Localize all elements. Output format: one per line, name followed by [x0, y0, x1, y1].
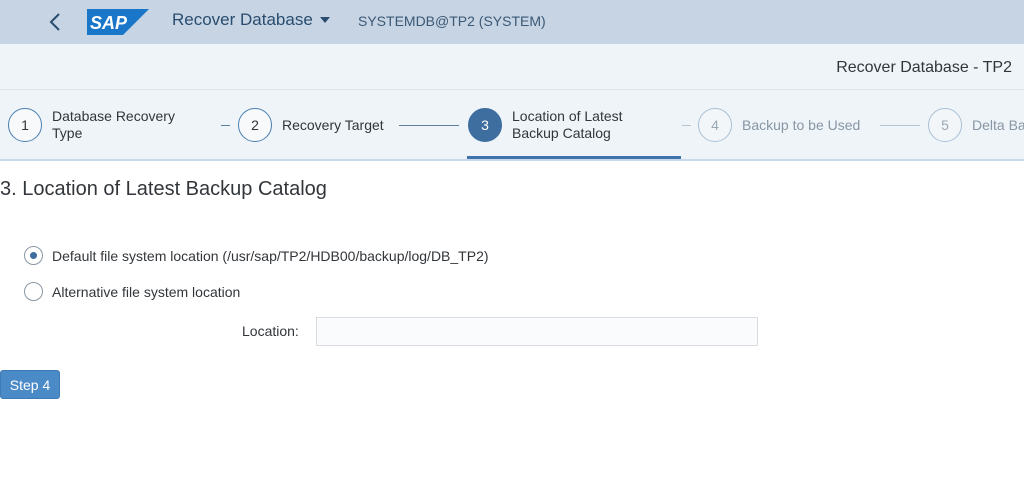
shell-header: SAP Recover Database SYSTEMDB@TP2 (SYSTE… [0, 0, 1024, 44]
system-info: SYSTEMDB@TP2 (SYSTEM) [358, 13, 546, 29]
step-4-button[interactable]: Step 4 [0, 370, 60, 399]
radio-default-label: Default file system location (/usr/sap/T… [52, 247, 489, 264]
wizard-step-2[interactable]: 2 [238, 108, 272, 142]
wizard-step-5-label: Delta Ba [972, 117, 1024, 133]
wizard-step-5[interactable]: 5 [928, 108, 962, 142]
wizard-step-3-label: Location of Latest Backup Catalog [512, 108, 623, 142]
page-header: Recover Database - TP2 [0, 44, 1024, 90]
app-title-menu[interactable]: Recover Database [172, 10, 330, 30]
back-button[interactable] [44, 8, 66, 36]
wizard-step-1[interactable]: 1 [8, 108, 42, 142]
location-input[interactable] [316, 317, 758, 346]
radio-default-location[interactable]: Default file system location (/usr/sap/T… [24, 246, 489, 265]
radio-alternative-label: Alternative file system location [52, 283, 241, 300]
sap-logo[interactable]: SAP [87, 9, 149, 35]
wizard-step-1-label: Database Recovery Type [52, 108, 175, 142]
wizard-step-4[interactable]: 4 [698, 108, 732, 142]
step-connector [399, 125, 459, 126]
section-title: 3. Location of Latest Backup Catalog [0, 178, 327, 200]
svg-text:SAP: SAP [90, 13, 128, 33]
app-title: Recover Database [172, 10, 313, 29]
step-connector [880, 125, 920, 126]
caret-down-icon [319, 17, 330, 23]
wizard-step-3[interactable]: 3 [468, 108, 502, 142]
step-label-line2: Type [52, 125, 83, 141]
radio-dot-icon [30, 252, 37, 259]
wizard-step-4-label: Backup to be Used [742, 117, 861, 133]
step-number: 4 [711, 117, 719, 133]
step-number: 3 [481, 117, 489, 133]
step-number: 1 [21, 117, 29, 133]
radio-button-selected[interactable] [24, 246, 43, 265]
wizard-progress-bar: 1 Database Recovery Type 2 Recovery Targ… [0, 90, 1024, 161]
step-connector [682, 125, 691, 126]
wizard-step-2-label: Recovery Target [282, 117, 384, 133]
step-number: 5 [941, 117, 949, 133]
step-label-line1: Database Recovery [52, 108, 175, 124]
radio-button[interactable] [24, 282, 43, 301]
step-label-line1: Location of Latest [512, 108, 623, 124]
chevron-left-icon [49, 13, 60, 31]
step-number: 2 [251, 117, 259, 133]
location-label: Location: [242, 323, 299, 339]
page-title: Recover Database - TP2 [836, 59, 1012, 76]
step-connector [221, 125, 230, 126]
active-step-indicator [467, 156, 681, 159]
step-label-line2: Backup Catalog [512, 125, 611, 141]
radio-alternative-location[interactable]: Alternative file system location [24, 282, 240, 301]
